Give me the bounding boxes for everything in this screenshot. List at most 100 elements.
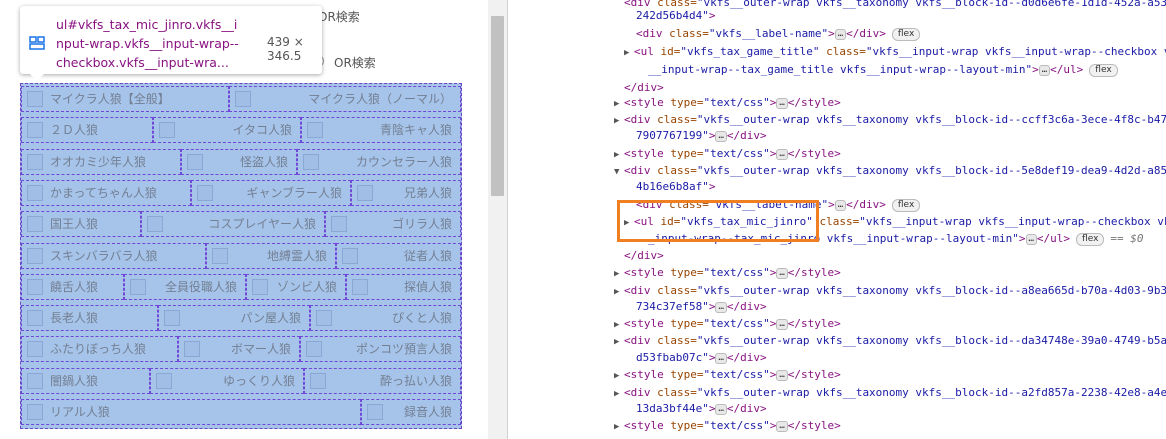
dom-node-line[interactable]: </div> xyxy=(614,80,664,96)
expand-right-icon[interactable]: ▶ xyxy=(614,284,624,300)
dom-node-line[interactable]: ▶ <div class="vkfs__outer-wrap vkfs__taxo… xyxy=(614,385,1166,401)
checkbox-item[interactable]: カウンセラー人狼 xyxy=(297,148,461,175)
dom-node-line[interactable]: ▶ <style type="text/css">… </style> xyxy=(614,316,841,332)
checkbox[interactable] xyxy=(27,216,43,233)
dom-node-line[interactable]: d53fbab07c">… </div> xyxy=(626,350,767,366)
dom-node-line[interactable]: ▶ <div class="vkfs__outer-wrap vkfs__taxo… xyxy=(614,112,1166,128)
dom-node-line[interactable]: 7907767199">… </div> xyxy=(626,128,767,144)
checkbox-item[interactable]: ふたりぼっち人狼 xyxy=(21,336,178,363)
expand-right-icon[interactable]: ▶ xyxy=(624,45,634,61)
checkbox[interactable] xyxy=(27,278,43,295)
expand-right-icon[interactable]: ▶ xyxy=(614,419,624,435)
flex-badge[interactable]: flex xyxy=(1089,63,1118,77)
checkbox[interactable] xyxy=(27,184,43,201)
dom-node-line[interactable]: ▼ <div class="vkfs__outer-wrap vkfs__taxo… xyxy=(614,163,1166,179)
checkbox-item[interactable]: 録音人狼 xyxy=(361,399,461,425)
checkbox-item[interactable]: 探偵人狼 xyxy=(346,273,461,300)
checkbox-item[interactable]: イタコ人狼 xyxy=(153,117,301,144)
collapsed-content-ellipsis[interactable]: … xyxy=(715,130,727,142)
expand-right-icon[interactable]: ▶ xyxy=(614,317,624,333)
collapsed-content-ellipsis[interactable]: … xyxy=(715,403,727,415)
flex-badge[interactable]: flex xyxy=(891,198,921,212)
checkbox-item[interactable]: リアル人狼 xyxy=(21,399,361,425)
checkbox-item[interactable]: 青陰キャ人狼 xyxy=(301,117,461,144)
flex-badge[interactable]: flex xyxy=(891,27,921,41)
checkbox-item[interactable]: 酔っ払い人狼 xyxy=(304,367,461,394)
dom-node-line[interactable]: ▶ <style type="text/css">… </style> xyxy=(614,95,841,111)
dom-node-line[interactable]: </div> xyxy=(614,248,664,264)
expand-right-icon[interactable]: ▶ xyxy=(614,386,624,402)
checkbox[interactable] xyxy=(184,341,200,358)
checkbox[interactable] xyxy=(307,122,323,139)
dom-node-line[interactable]: ▶ <div class="vkfs__outer-wrap vkfs__taxo… xyxy=(614,283,1166,299)
checkbox[interactable] xyxy=(27,372,43,389)
collapsed-content-ellipsis[interactable]: … xyxy=(715,352,727,364)
checkbox[interactable] xyxy=(156,372,172,389)
dom-node-line[interactable]: ▶ <ul id="vkfs_tax_game_title" class="vkf… xyxy=(624,44,1166,60)
checkbox[interactable] xyxy=(303,153,319,170)
checkbox-item[interactable]: ギャンブラー人狼 xyxy=(191,179,351,206)
checkbox-item[interactable]: ゆっくり人狼 xyxy=(150,367,304,394)
dom-node-line[interactable]: 734c37ef58">… </div> xyxy=(626,299,767,315)
checkbox-item[interactable]: コスプレイヤー人狼 xyxy=(141,211,325,238)
checkbox-item[interactable]: ゾンビ人狼 xyxy=(246,273,346,300)
checkbox-item[interactable]: スキンバラバラ人狼 xyxy=(21,242,206,269)
dom-node-line[interactable]: <div class="vkfs__label-name">… </div> fle… xyxy=(626,26,921,42)
checkbox-item[interactable]: ２Ｄ人狼 xyxy=(21,117,153,144)
collapsed-content-ellipsis[interactable]: … xyxy=(1038,64,1051,76)
checkbox-item[interactable]: 従者人狼 xyxy=(336,242,461,269)
checkbox[interactable] xyxy=(357,184,373,201)
checkbox[interactable] xyxy=(164,310,180,327)
checkbox[interactable] xyxy=(27,341,43,358)
checkbox-item[interactable]: ゴリラ人狼 xyxy=(325,211,461,238)
collapsed-content-ellipsis[interactable]: … xyxy=(1025,233,1037,245)
checkbox[interactable] xyxy=(27,91,43,107)
checkbox-item[interactable]: 長老人狼 xyxy=(21,305,158,332)
expand-right-icon[interactable]: ▶ xyxy=(614,334,624,350)
checkbox-item[interactable]: ぴくと人狼 xyxy=(310,305,461,332)
checkbox[interactable] xyxy=(130,278,146,295)
checkbox-item[interactable]: 地縛霊人狼 xyxy=(206,242,336,269)
dom-node-line[interactable]: 242d56b4d4"> xyxy=(626,8,715,24)
checkbox-item[interactable]: 全員役職人狼 xyxy=(124,273,246,300)
checkbox-item[interactable]: 兄弟人狼 xyxy=(351,179,461,206)
collapsed-content-ellipsis[interactable]: … xyxy=(776,148,788,160)
checkbox-item[interactable]: パン屋人狼 xyxy=(158,305,310,332)
collapsed-content-ellipsis[interactable]: … xyxy=(834,199,847,211)
collapsed-content-ellipsis[interactable]: … xyxy=(776,267,788,279)
dom-node-line[interactable]: 13da3bf44e">… </div> xyxy=(626,401,767,417)
checkbox[interactable] xyxy=(352,278,368,295)
checkbox[interactable] xyxy=(310,372,326,389)
checkbox[interactable] xyxy=(212,247,228,264)
checkbox[interactable] xyxy=(27,122,43,139)
dom-node-line[interactable]: 4b16e6b8af"> xyxy=(626,179,715,195)
checkbox[interactable] xyxy=(235,91,251,107)
dom-node-line[interactable]: ▶ <style type="text/css">… </style> xyxy=(614,146,841,162)
checkbox-item[interactable]: マイクラ人狼【全般】 xyxy=(21,86,229,112)
checkbox-item[interactable]: ポンコツ預言人狼 xyxy=(300,336,461,363)
checkbox-item[interactable]: 饒舌人狼 xyxy=(21,273,124,300)
page-scrollbar-thumb[interactable] xyxy=(491,16,504,196)
expand-right-icon[interactable]: ▶ xyxy=(614,266,624,282)
collapsed-content-ellipsis[interactable]: … xyxy=(776,97,788,109)
dom-node-line[interactable]: ▶ <style type="text/css">… </style> xyxy=(614,265,841,281)
collapsed-content-ellipsis[interactable]: … xyxy=(715,301,727,313)
dom-node-line[interactable]: __input-wrap--tax_game_title vkfs__input… xyxy=(638,62,1118,78)
expand-right-icon[interactable]: ▶ xyxy=(614,96,624,112)
checkbox[interactable] xyxy=(342,247,358,264)
dom-node-line[interactable]: ▶ <div class="vkfs__outer-wrap vkfs__taxo… xyxy=(614,333,1166,349)
checkbox[interactable] xyxy=(331,216,347,233)
checkbox-item[interactable]: 怪盗人狼 xyxy=(181,148,297,175)
expand-down-icon[interactable]: ▼ xyxy=(614,164,624,180)
checkbox-item[interactable]: かまってちゃん人狼 xyxy=(21,179,191,206)
checkbox[interactable] xyxy=(147,216,163,233)
checkbox[interactable] xyxy=(316,310,332,327)
checkbox[interactable] xyxy=(367,404,383,420)
checkbox-item[interactable]: マイクラ人狼（ノーマル） xyxy=(229,86,461,112)
checkbox[interactable] xyxy=(197,184,213,201)
expand-right-icon[interactable]: ▶ xyxy=(614,368,624,384)
collapsed-content-ellipsis[interactable]: … xyxy=(776,369,788,381)
collapsed-content-ellipsis[interactable]: … xyxy=(834,28,847,40)
checkbox[interactable] xyxy=(27,247,43,264)
checkbox[interactable] xyxy=(252,278,268,295)
